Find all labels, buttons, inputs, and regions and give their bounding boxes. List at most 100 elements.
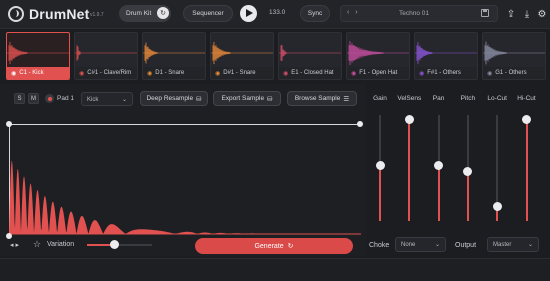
sample-dropdown[interactable]: Kick ⌄ xyxy=(81,92,133,106)
pad-label-bar: ◉ D#1 - Snare xyxy=(211,67,273,79)
deep-resample-label: Deep Resample xyxy=(146,95,194,102)
envelope-handle-start[interactable] xyxy=(6,121,12,127)
fader-label: Hi-Cut xyxy=(517,95,536,102)
pad-8[interactable]: ◉ G1 - Others xyxy=(482,32,546,80)
pad-3[interactable]: ◉ D1 - Snare xyxy=(142,32,206,80)
pad-waveform xyxy=(279,44,341,62)
solo-button[interactable]: S xyxy=(14,93,25,104)
fader-label: Lo-Cut xyxy=(487,95,507,102)
pad-waveform xyxy=(143,42,205,64)
snare-icon: ◉ xyxy=(147,70,153,77)
pad-label-bar: ◉ E1 - Closed Hat xyxy=(279,67,341,79)
chevron-down-icon: ⌄ xyxy=(434,242,440,248)
fader-fill xyxy=(437,164,440,221)
pad-label: G1 - Others xyxy=(495,70,527,76)
gear-icon[interactable]: ⚙ xyxy=(536,8,548,20)
pad-label-bar: ◉ G1 - Others xyxy=(483,67,545,79)
pad-label-bar: ◉ F1 - Open Hat xyxy=(347,67,409,79)
list-icon: ☰ xyxy=(343,95,350,103)
snare-icon: ◉ xyxy=(215,70,221,77)
upload-icon[interactable]: ⇪ xyxy=(505,8,517,20)
pad-label-bar: ◉ D1 - Snare xyxy=(143,67,205,79)
sequencer-label: Sequencer xyxy=(192,10,224,17)
refresh-icon[interactable]: ↻ xyxy=(157,7,169,19)
chevron-down-icon: ⌄ xyxy=(527,242,533,248)
pad-label: D1 - Snare xyxy=(155,70,185,76)
pad-label: D#1 - Snare xyxy=(223,70,256,76)
fader-knob[interactable] xyxy=(463,167,473,177)
pad-1[interactable]: ◉ C1 - Kick xyxy=(6,32,70,80)
pad-waveform xyxy=(75,45,137,61)
output-dropdown[interactable]: Master ⌄ xyxy=(487,237,539,252)
preset-selector[interactable]: ‹ › Techno 01 xyxy=(340,5,498,22)
envelope-handle-bottom[interactable] xyxy=(6,233,12,239)
hihat-icon: ◉ xyxy=(351,70,357,77)
drum-kit-label: Drum Kit xyxy=(126,10,152,17)
pad-label: F#1 - Others xyxy=(427,70,461,76)
browse-sample-button[interactable]: Browse Sample ☰ xyxy=(287,91,357,106)
pad-waveform xyxy=(211,41,273,65)
star-icon[interactable]: ☆ xyxy=(33,239,41,250)
pad-label-bar: ◉ C#1 - Clave/Rim xyxy=(75,67,137,79)
fader-knob[interactable] xyxy=(375,160,385,170)
output-value: Master xyxy=(493,242,512,248)
envelope-handle-end[interactable] xyxy=(357,121,363,127)
fader-label: VelSens xyxy=(397,95,422,102)
pad-waveform xyxy=(7,41,69,65)
fader-fill xyxy=(379,164,381,221)
pad-label: C1 - Kick xyxy=(19,70,44,76)
choke-dropdown[interactable]: None ⌄ xyxy=(395,237,446,252)
export-icon: ⛁ xyxy=(267,95,273,103)
variation-label: Variation xyxy=(47,241,75,248)
generate-button[interactable]: Generate ↻ xyxy=(195,238,353,254)
preset-nav-arrows[interactable]: ‹ › xyxy=(347,9,360,16)
fader-fill xyxy=(466,171,469,221)
fader-knob[interactable] xyxy=(492,202,502,212)
fader-knob[interactable] xyxy=(434,160,444,170)
arrows-icon[interactable]: ◂ ▸ xyxy=(10,241,19,249)
pad-label: C#1 - Clave/Rim xyxy=(87,70,132,76)
export-sample-button[interactable]: Export Sample ⛁ xyxy=(213,91,281,106)
app-name: DrumNet xyxy=(29,6,90,22)
pad-label: E1 - Closed Hat xyxy=(291,70,334,76)
sample-dropdown-value: Kick xyxy=(87,96,99,103)
fader-fill xyxy=(408,119,411,221)
bpm-value[interactable]: 133.0 xyxy=(269,9,285,16)
export-sample-label: Export Sample xyxy=(221,95,265,102)
pad-waveform xyxy=(415,42,477,64)
sync-button[interactable]: Sync xyxy=(300,5,330,22)
variation-slider-knob[interactable] xyxy=(109,240,119,249)
waveform-display[interactable] xyxy=(9,124,361,236)
pad-label: F1 - Open Hat xyxy=(359,70,398,76)
refresh-icon: ↻ xyxy=(287,243,294,250)
play-icon[interactable] xyxy=(240,5,257,22)
target-icon: ◉ xyxy=(11,70,17,77)
hihat-icon: ◉ xyxy=(283,70,289,77)
sequencer-button[interactable]: Sequencer xyxy=(183,5,233,22)
generate-label: Generate xyxy=(254,242,284,250)
fader-label: Pitch xyxy=(460,95,476,102)
pad-5[interactable]: ◉ E1 - Closed Hat xyxy=(278,32,342,80)
mute-button[interactable]: M xyxy=(28,93,39,104)
pad-label: Pad 1 xyxy=(57,95,74,102)
fader-knob[interactable] xyxy=(404,115,414,124)
pad-2[interactable]: ◉ C#1 - Clave/Rim xyxy=(74,32,138,80)
choke-label: Choke xyxy=(369,242,390,249)
browse-sample-label: Browse Sample xyxy=(294,95,341,102)
fader-knob[interactable] xyxy=(522,115,531,124)
download-icon[interactable]: ⤓ xyxy=(521,8,533,20)
fader-fill xyxy=(525,119,528,221)
fader-label: Gain xyxy=(373,95,387,102)
pad-6[interactable]: ◉ F1 - Open Hat xyxy=(346,32,410,80)
logo-icon xyxy=(8,6,24,22)
pad-4[interactable]: ◉ D#1 - Snare xyxy=(210,32,274,80)
pad-label-bar: ◉ C1 - Kick xyxy=(7,67,69,79)
chevron-down-icon: ⌄ xyxy=(121,97,127,103)
waveform-shape xyxy=(9,160,361,234)
save-icon[interactable] xyxy=(481,9,489,17)
deep-resample-button[interactable]: Deep Resample ⛁ xyxy=(140,91,208,106)
record-icon[interactable] xyxy=(45,94,54,103)
app-version: v1.9.7 xyxy=(90,12,104,18)
pad-label-bar: ◉ F#1 - Others xyxy=(415,67,477,79)
pad-7[interactable]: ◉ F#1 - Others xyxy=(414,32,478,80)
